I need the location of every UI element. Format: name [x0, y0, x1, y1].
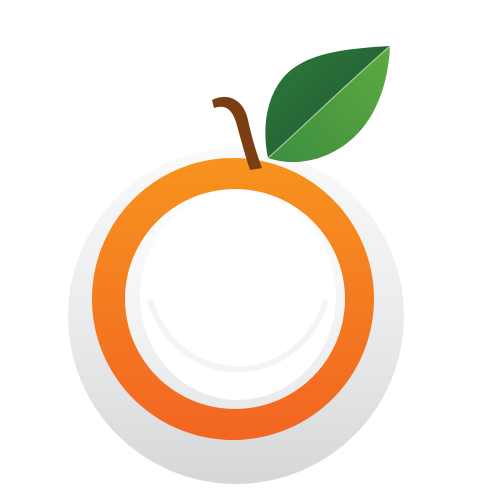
logo-canvas [0, 0, 500, 500]
orange-logo-icon [68, 45, 404, 484]
inner-disc [140, 192, 336, 400]
leaf-icon [265, 45, 391, 163]
